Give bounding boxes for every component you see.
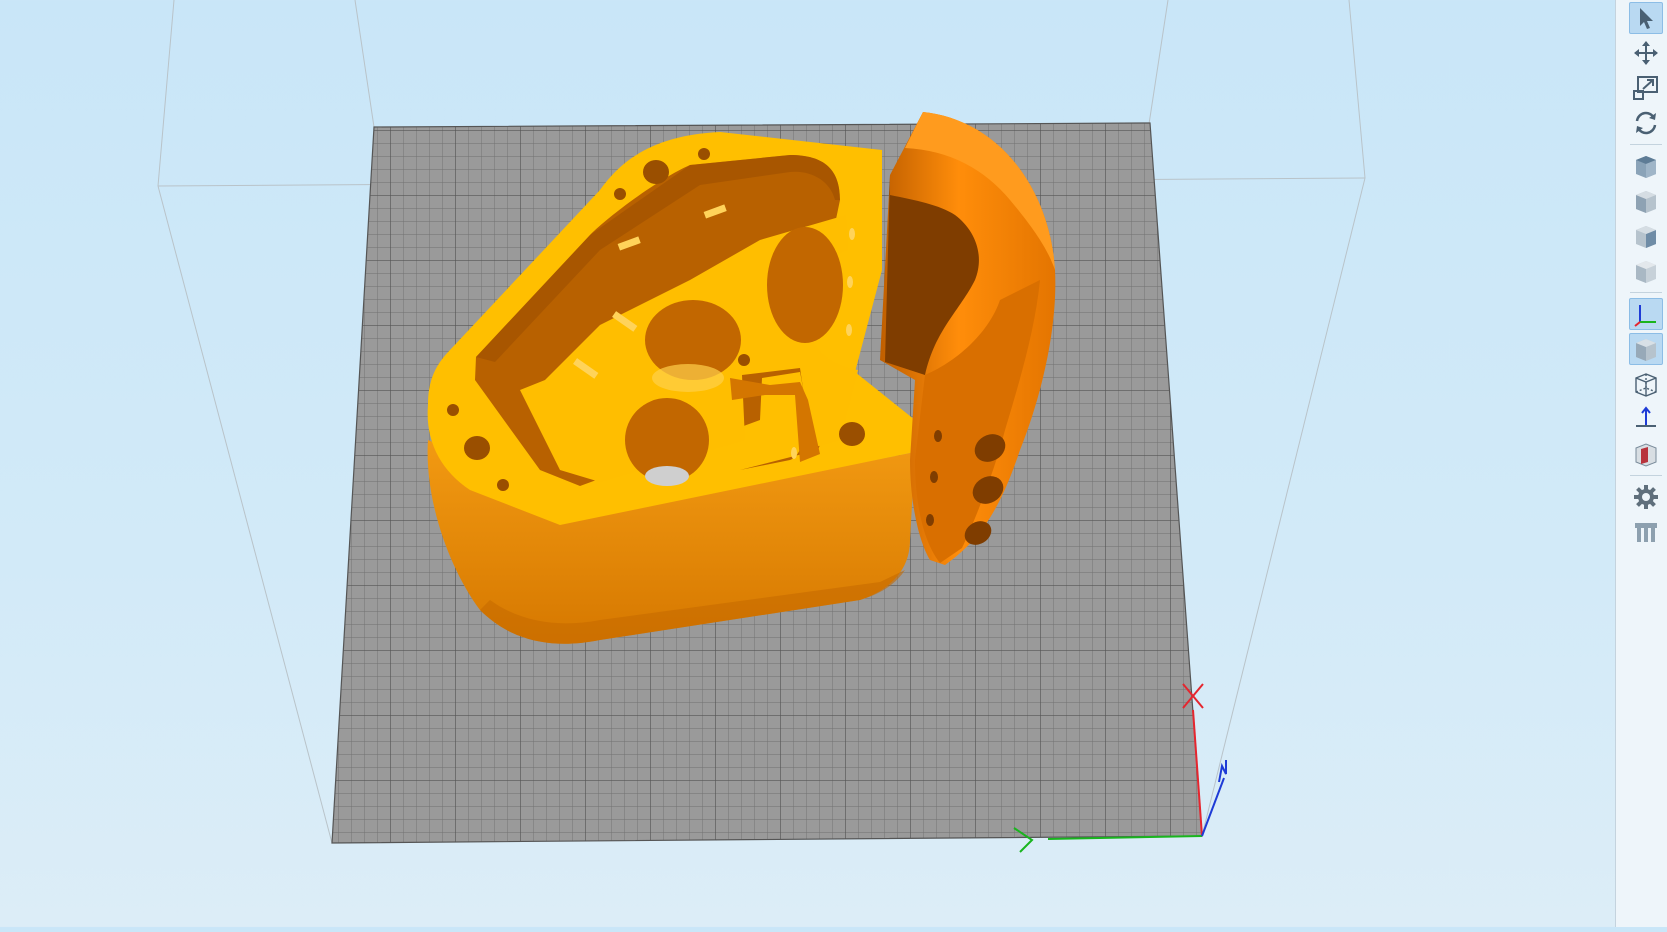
gear-icon: [1634, 485, 1658, 509]
move-icon: [1634, 41, 1658, 65]
place-on-bed[interactable]: [1629, 403, 1663, 435]
move-tool[interactable]: [1629, 37, 1663, 69]
cube-side-icon: [1636, 226, 1656, 248]
scale-tool[interactable]: [1629, 72, 1663, 104]
view-top[interactable]: [1629, 150, 1663, 182]
solid-view[interactable]: [1629, 333, 1663, 365]
rotate-icon: [1635, 111, 1657, 135]
drop-to-bed-icon: [1636, 406, 1656, 427]
solid-cube-icon: [1636, 339, 1656, 361]
3d-viewport[interactable]: [0, 0, 1615, 927]
view-iso[interactable]: [1629, 255, 1663, 287]
supports[interactable]: [1629, 516, 1663, 548]
rotate-tool[interactable]: [1629, 107, 1663, 139]
settings[interactable]: [1629, 481, 1663, 513]
scale-icon: [1633, 76, 1658, 100]
wireframe-cube-icon: [1635, 373, 1657, 397]
view-front[interactable]: [1629, 185, 1663, 217]
cube-iso-icon: [1636, 261, 1656, 283]
cut-view[interactable]: [1629, 438, 1663, 470]
select-tool[interactable]: [1629, 2, 1663, 34]
cube-front-icon: [1636, 191, 1656, 213]
z-axis-line: [1201, 777, 1225, 837]
axes-icon: [1634, 305, 1656, 327]
cursor-icon: [1640, 8, 1653, 29]
view-side[interactable]: [1629, 220, 1663, 252]
right-toolbar: [1615, 0, 1667, 927]
show-axes[interactable]: [1629, 298, 1663, 330]
supports-icon: [1635, 523, 1657, 542]
cube-top-icon: [1636, 156, 1656, 178]
scene: [157, 0, 1366, 853]
wireframe-view[interactable]: [1629, 368, 1663, 400]
section-cube-icon: [1635, 443, 1657, 467]
